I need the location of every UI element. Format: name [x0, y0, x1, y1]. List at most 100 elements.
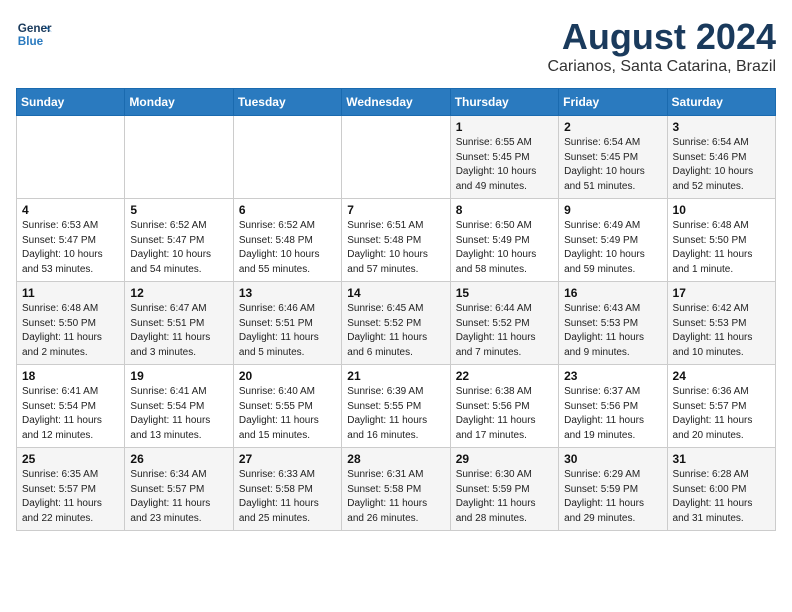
day-detail: Sunrise: 6:54 AM Sunset: 5:46 PM Dayligh…: [673, 136, 770, 194]
calendar-week-3: 11 Sunrise: 6:48 AM Sunset: 5:50 PM Dayli…: [17, 282, 776, 365]
calendar-cell: 1 Sunrise: 6:55 AM Sunset: 5:45 PM Daylig…: [450, 116, 558, 199]
calendar-cell: 14 Sunrise: 6:45 AM Sunset: 5:52 PM Dayli…: [342, 282, 450, 365]
calendar-cell: 31 Sunrise: 6:28 AM Sunset: 6:00 PM Dayli…: [667, 448, 775, 531]
day-number: 10: [673, 203, 770, 217]
calendar-cell: 20Sunrise: 6:40 AM Sunset: 5:55 PM Dayli…: [233, 365, 341, 448]
svg-text:Blue: Blue: [18, 35, 44, 48]
logo-icon: General Blue: [16, 16, 52, 52]
calendar-cell: 29 Sunrise: 6:30 AM Sunset: 5:59 PM Dayli…: [450, 448, 558, 531]
day-detail: Sunrise: 6:36 AM Sunset: 5:57 PM Dayligh…: [673, 385, 770, 443]
day-number: 17: [673, 286, 770, 300]
day-detail: Sunrise: 6:28 AM Sunset: 6:00 PM Dayligh…: [673, 468, 770, 526]
day-number: 26: [130, 452, 227, 466]
day-detail: Sunrise: 6:48 AM Sunset: 5:50 PM Dayligh…: [673, 219, 770, 277]
day-detail: Sunrise: 6:33 AM Sunset: 5:58 PM Dayligh…: [239, 468, 336, 526]
calendar-cell: 15 Sunrise: 6:44 AM Sunset: 5:52 PM Dayli…: [450, 282, 558, 365]
day-number: 3: [673, 120, 770, 134]
day-detail: Sunrise: 6:45 AM Sunset: 5:52 PM Dayligh…: [347, 302, 444, 360]
calendar-table: SundayMondayTuesdayWednesdayThursdayFrid…: [16, 88, 776, 531]
day-number: 16: [564, 286, 661, 300]
calendar-cell: 27Sunrise: 6:33 AM Sunset: 5:58 PM Dayli…: [233, 448, 341, 531]
day-number: 24: [673, 369, 770, 383]
weekday-header-monday: Monday: [125, 89, 233, 116]
day-detail: Sunrise: 6:31 AM Sunset: 5:58 PM Dayligh…: [347, 468, 444, 526]
weekday-header-wednesday: Wednesday: [342, 89, 450, 116]
day-detail: Sunrise: 6:41 AM Sunset: 5:54 PM Dayligh…: [22, 385, 119, 443]
calendar-cell: 25Sunrise: 6:35 AM Sunset: 5:57 PM Dayli…: [17, 448, 125, 531]
calendar-cell: 22 Sunrise: 6:38 AM Sunset: 5:56 PM Dayli…: [450, 365, 558, 448]
day-number: 22: [456, 369, 553, 383]
day-number: 11: [22, 286, 119, 300]
calendar-week-2: 4 Sunrise: 6:53 AM Sunset: 5:47 PM Daylig…: [17, 199, 776, 282]
day-detail: Sunrise: 6:55 AM Sunset: 5:45 PM Dayligh…: [456, 136, 553, 194]
calendar-cell: 19 Sunrise: 6:41 AM Sunset: 5:54 PM Dayli…: [125, 365, 233, 448]
day-number: 12: [130, 286, 227, 300]
day-number: 5: [130, 203, 227, 217]
day-number: 9: [564, 203, 661, 217]
day-detail: Sunrise: 6:48 AM Sunset: 5:50 PM Dayligh…: [22, 302, 119, 360]
day-number: 6: [239, 203, 336, 217]
day-number: 31: [673, 452, 770, 466]
day-detail: Sunrise: 6:50 AM Sunset: 5:49 PM Dayligh…: [456, 219, 553, 277]
calendar-cell: 13Sunrise: 6:46 AM Sunset: 5:51 PM Dayli…: [233, 282, 341, 365]
day-detail: Sunrise: 6:35 AM Sunset: 5:57 PM Dayligh…: [22, 468, 119, 526]
weekday-header-tuesday: Tuesday: [233, 89, 341, 116]
day-number: 29: [456, 452, 553, 466]
day-detail: Sunrise: 6:42 AM Sunset: 5:53 PM Dayligh…: [673, 302, 770, 360]
calendar-cell: 10 Sunrise: 6:48 AM Sunset: 5:50 PM Dayli…: [667, 199, 775, 282]
day-detail: Sunrise: 6:53 AM Sunset: 5:47 PM Dayligh…: [22, 219, 119, 277]
day-detail: Sunrise: 6:49 AM Sunset: 5:49 PM Dayligh…: [564, 219, 661, 277]
day-number: 15: [456, 286, 553, 300]
calendar-cell: 3 Sunrise: 6:54 AM Sunset: 5:46 PM Daylig…: [667, 116, 775, 199]
day-detail: Sunrise: 6:39 AM Sunset: 5:55 PM Dayligh…: [347, 385, 444, 443]
calendar-cell: 9 Sunrise: 6:49 AM Sunset: 5:49 PM Daylig…: [559, 199, 667, 282]
calendar-week-5: 25Sunrise: 6:35 AM Sunset: 5:57 PM Dayli…: [17, 448, 776, 531]
calendar-cell: 28 Sunrise: 6:31 AM Sunset: 5:58 PM Dayli…: [342, 448, 450, 531]
calendar-week-1: 1 Sunrise: 6:55 AM Sunset: 5:45 PM Daylig…: [17, 116, 776, 199]
day-number: 19: [130, 369, 227, 383]
day-detail: Sunrise: 6:44 AM Sunset: 5:52 PM Dayligh…: [456, 302, 553, 360]
day-number: 2: [564, 120, 661, 134]
day-detail: Sunrise: 6:38 AM Sunset: 5:56 PM Dayligh…: [456, 385, 553, 443]
day-number: 1: [456, 120, 553, 134]
day-detail: Sunrise: 6:29 AM Sunset: 5:59 PM Dayligh…: [564, 468, 661, 526]
day-number: 8: [456, 203, 553, 217]
calendar-cell: 24 Sunrise: 6:36 AM Sunset: 5:57 PM Dayli…: [667, 365, 775, 448]
day-detail: Sunrise: 6:52 AM Sunset: 5:47 PM Dayligh…: [130, 219, 227, 277]
calendar-cell: 30 Sunrise: 6:29 AM Sunset: 5:59 PM Dayli…: [559, 448, 667, 531]
day-detail: Sunrise: 6:34 AM Sunset: 5:57 PM Dayligh…: [130, 468, 227, 526]
day-number: 28: [347, 452, 444, 466]
page-header: General Blue August 2024 Carianos, Santa…: [16, 16, 776, 76]
weekday-header-saturday: Saturday: [667, 89, 775, 116]
calendar-cell: 17 Sunrise: 6:42 AM Sunset: 5:53 PM Dayli…: [667, 282, 775, 365]
weekday-header-thursday: Thursday: [450, 89, 558, 116]
calendar-cell: [17, 116, 125, 199]
day-detail: Sunrise: 6:40 AM Sunset: 5:55 PM Dayligh…: [239, 385, 336, 443]
day-detail: Sunrise: 6:52 AM Sunset: 5:48 PM Dayligh…: [239, 219, 336, 277]
calendar-cell: 21 Sunrise: 6:39 AM Sunset: 5:55 PM Dayli…: [342, 365, 450, 448]
day-number: 4: [22, 203, 119, 217]
logo: General Blue: [16, 16, 52, 52]
day-number: 21: [347, 369, 444, 383]
calendar-cell: 8 Sunrise: 6:50 AM Sunset: 5:49 PM Daylig…: [450, 199, 558, 282]
location-subtitle: Carianos, Santa Catarina, Brazil: [547, 58, 776, 76]
calendar-cell: 2Sunrise: 6:54 AM Sunset: 5:45 PM Daylig…: [559, 116, 667, 199]
month-year-title: August 2024: [547, 16, 776, 58]
calendar-cell: 6 Sunrise: 6:52 AM Sunset: 5:48 PM Daylig…: [233, 199, 341, 282]
day-detail: Sunrise: 6:43 AM Sunset: 5:53 PM Dayligh…: [564, 302, 661, 360]
day-number: 7: [347, 203, 444, 217]
day-number: 14: [347, 286, 444, 300]
day-number: 13: [239, 286, 336, 300]
day-number: 23: [564, 369, 661, 383]
calendar-cell: 4 Sunrise: 6:53 AM Sunset: 5:47 PM Daylig…: [17, 199, 125, 282]
day-number: 18: [22, 369, 119, 383]
calendar-cell: 26 Sunrise: 6:34 AM Sunset: 5:57 PM Dayli…: [125, 448, 233, 531]
calendar-week-4: 18 Sunrise: 6:41 AM Sunset: 5:54 PM Dayli…: [17, 365, 776, 448]
day-detail: Sunrise: 6:41 AM Sunset: 5:54 PM Dayligh…: [130, 385, 227, 443]
day-detail: Sunrise: 6:30 AM Sunset: 5:59 PM Dayligh…: [456, 468, 553, 526]
day-detail: Sunrise: 6:37 AM Sunset: 5:56 PM Dayligh…: [564, 385, 661, 443]
day-detail: Sunrise: 6:47 AM Sunset: 5:51 PM Dayligh…: [130, 302, 227, 360]
day-number: 30: [564, 452, 661, 466]
weekday-header-sunday: Sunday: [17, 89, 125, 116]
calendar-cell: 7Sunrise: 6:51 AM Sunset: 5:48 PM Daylig…: [342, 199, 450, 282]
